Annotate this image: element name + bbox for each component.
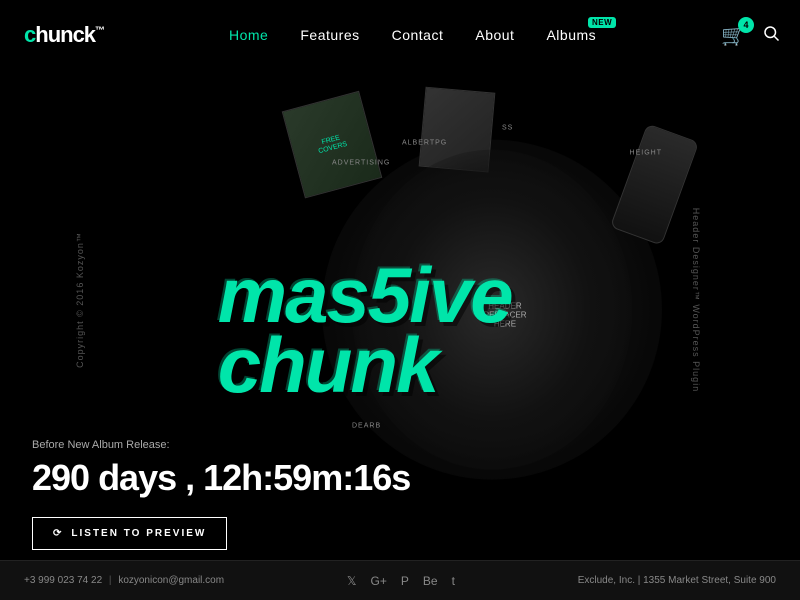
logo-text: hunck	[35, 22, 95, 47]
hero-title-line2: chunk	[218, 330, 512, 400]
main-nav: Home Features Contact About Albums NEW	[229, 27, 596, 43]
footer-phone: +3 999 023 74 22	[24, 575, 102, 586]
footer-contact: +3 999 023 74 22 | kozyonicon@gmail.com	[24, 575, 224, 586]
hero-section: Copyright © 2016 Kozyon™ Header Designer…	[0, 0, 800, 600]
cart-button[interactable]: 🛒 4	[721, 23, 746, 48]
countdown-label: Before New Album Release:	[32, 439, 410, 451]
bottom-content: Before New Album Release: 290 days , 12h…	[32, 439, 410, 550]
hero-title-overlay: mas5ive chunk	[218, 260, 512, 400]
logo-trademark: ™	[95, 26, 104, 37]
nav-item-about[interactable]: About	[475, 27, 514, 43]
preview-button[interactable]: ⟳ LISTEN TO PREVIEW	[32, 517, 227, 550]
footer-email: kozyonicon@gmail.com	[118, 575, 224, 586]
search-icon[interactable]	[762, 24, 780, 47]
cart-count: 4	[738, 17, 754, 33]
header: chunck™ Home Features Contact About Albu…	[0, 0, 800, 70]
footer-social: 𝕏 G+ P Be t	[347, 574, 455, 588]
scatter-label-3: SS	[502, 125, 513, 132]
nav-item-albums[interactable]: Albums NEW	[546, 27, 596, 43]
header-icons: 🛒 4	[721, 23, 780, 48]
google-plus-icon[interactable]: G+	[371, 574, 387, 588]
footer-address: Exclude, Inc. | 1355 Market Street, Suit…	[578, 575, 776, 586]
albums-badge: NEW	[588, 17, 616, 28]
nav-item-home[interactable]: Home	[229, 27, 268, 43]
side-copyright: Copyright © 2016 Kozyon™	[75, 232, 85, 368]
hero-title-line1: mas5ive	[218, 260, 512, 330]
footer-bar: +3 999 023 74 22 | kozyonicon@gmail.com …	[0, 560, 800, 600]
site-logo[interactable]: chunck™	[24, 22, 104, 48]
scatter-label-2: albertpg	[402, 140, 447, 147]
nav-item-contact[interactable]: Contact	[392, 27, 444, 43]
nav-item-features[interactable]: Features	[300, 27, 359, 43]
logo-c: c	[24, 22, 35, 47]
countdown-timer: 290 days , 12h:59m:16s	[32, 457, 410, 499]
preview-label: LISTEN TO PREVIEW	[71, 528, 206, 539]
pinterest-icon[interactable]: P	[401, 574, 409, 588]
preview-icon: ⟳	[53, 528, 63, 539]
twitter-icon[interactable]: 𝕏	[347, 574, 357, 588]
behance-icon[interactable]: Be	[423, 574, 438, 588]
hero-title: mas5ive chunk	[218, 260, 512, 400]
scatter-label-5: height	[630, 150, 662, 157]
tumblr-icon[interactable]: t	[452, 574, 455, 588]
